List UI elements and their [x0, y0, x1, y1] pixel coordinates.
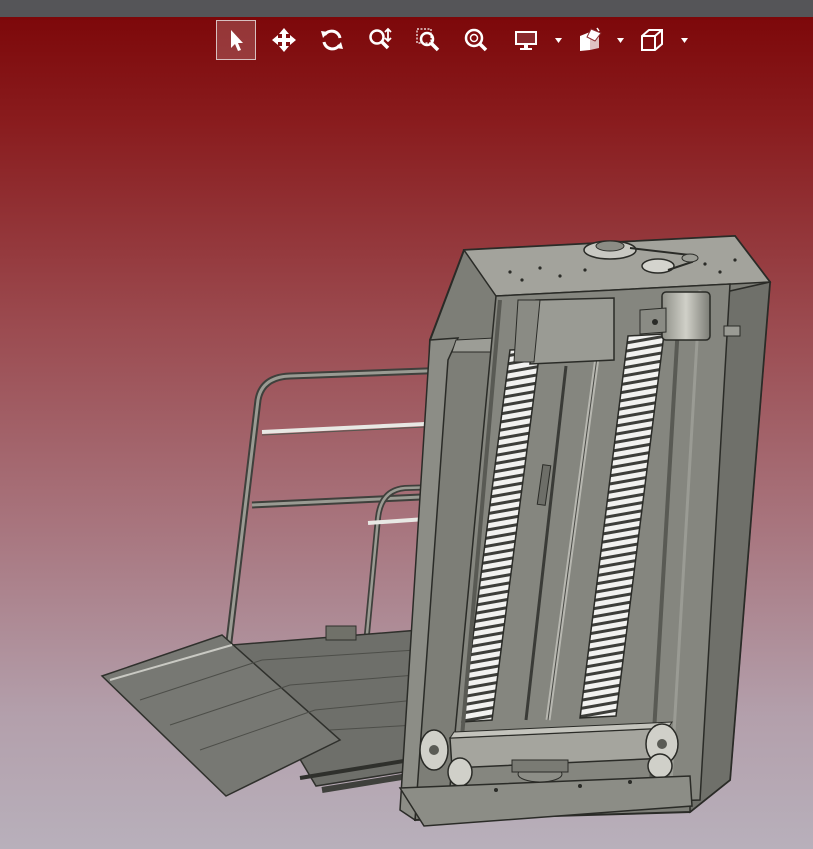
chevron-down-icon [554, 37, 562, 43]
zoom-fit-icon [464, 28, 488, 52]
section-view-dropdown[interactable] [614, 20, 626, 60]
rotate-tool-button[interactable] [312, 20, 352, 60]
display-mode-button[interactable] [506, 20, 546, 60]
pan-tool-button[interactable] [264, 20, 304, 60]
view-orientation-dropdown[interactable] [678, 20, 690, 60]
rotate-icon [321, 29, 343, 51]
platform-deck[interactable] [100, 625, 421, 797]
chevron-down-icon [680, 37, 688, 43]
window-title-bar [0, 0, 813, 17]
view-orientation-button[interactable] [632, 20, 672, 60]
cube-icon [641, 29, 663, 51]
section-box-icon [580, 27, 602, 51]
3d-viewport[interactable] [0, 62, 813, 849]
zoom-tool-button[interactable] [360, 20, 400, 60]
chevron-down-icon [616, 37, 624, 43]
cad-model[interactable] [0, 62, 813, 849]
lift-tower[interactable] [398, 234, 772, 827]
zoom-fit-button[interactable] [456, 20, 496, 60]
section-view-button[interactable] [570, 20, 610, 60]
move-arrows-icon [272, 28, 296, 52]
display-mode-dropdown[interactable] [552, 20, 564, 60]
select-tool-button[interactable] [216, 20, 256, 60]
zoom-window-button[interactable] [408, 20, 448, 60]
zoom-in-out-icon [369, 27, 392, 50]
monitor-icon [515, 31, 537, 50]
cursor-arrow-icon [231, 30, 243, 51]
zoom-window-icon [416, 28, 440, 52]
